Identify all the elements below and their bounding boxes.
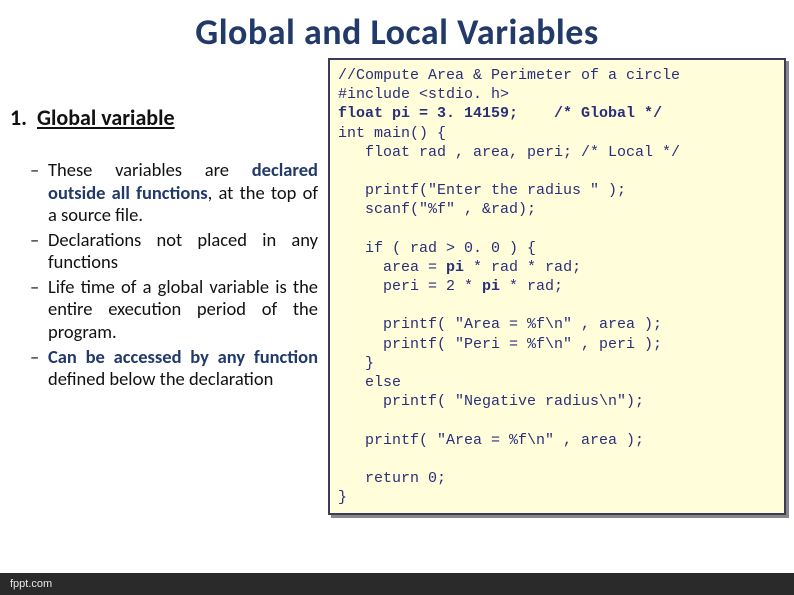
main-content: 1. Global variable These variables are d… — [0, 58, 794, 515]
code-line: else — [338, 374, 401, 391]
list-item: These variables are declared outside all… — [48, 159, 318, 227]
bullet-text: Life time of a global variable is the en… — [48, 275, 318, 343]
list-item: Life time of a global variable is the en… — [48, 276, 318, 344]
code-line: peri = 2 * — [338, 278, 482, 295]
code-line: scanf("%f" , &rad); — [338, 201, 536, 218]
code-line: #include <stdio. h> — [338, 86, 509, 103]
code-line: } — [338, 489, 347, 506]
left-column: 1. Global variable These variables are d… — [10, 58, 322, 515]
code-line: } — [338, 355, 374, 372]
bullet-list: These variables are declared outside all… — [10, 159, 322, 391]
code-line: float rad , area, peri; /* Local */ — [338, 144, 680, 161]
code-line: * rad; — [500, 278, 563, 295]
heading-number: 1. — [10, 104, 32, 131]
code-line: if ( rad > 0. 0 ) { — [338, 240, 536, 257]
footer-credit: fppt.com — [0, 573, 794, 595]
code-line: printf("Enter the radius " ); — [338, 182, 626, 199]
list-item: Declarations not placed in any functions — [48, 229, 318, 274]
code-line: printf( "Area = %f\n" , area ); — [338, 316, 662, 333]
bullet-text: These variables are — [48, 158, 252, 181]
list-item: Can be accessed by any function defined … — [48, 346, 318, 391]
code-global-comment: /* Global */ — [554, 105, 662, 122]
code-pi: pi — [482, 278, 500, 295]
code-line: area = — [338, 259, 446, 276]
code-line: * rad * rad; — [464, 259, 581, 276]
code-pi: pi — [446, 259, 464, 276]
code-line: printf( "Peri = %f\n" , peri ); — [338, 336, 662, 353]
code-line: printf( "Area = %f\n" , area ); — [338, 432, 644, 449]
code-box: //Compute Area & Perimeter of a circle #… — [328, 58, 786, 515]
heading-text: Global variable — [37, 104, 175, 131]
right-column: //Compute Area & Perimeter of a circle #… — [328, 58, 786, 515]
bullet-text: Declarations not placed in any functions — [48, 228, 318, 274]
code-line: return 0; — [338, 470, 446, 487]
code-global-decl: float pi = 3. 14159; — [338, 105, 518, 122]
section-heading: 1. Global variable — [10, 104, 322, 131]
slide: Global and Local Variables 1. Global var… — [0, 0, 794, 595]
bullet-text: defined below the declaration — [48, 367, 273, 390]
bullet-bold: Can be accessed by any function — [48, 345, 318, 368]
slide-title: Global and Local Variables — [0, 0, 794, 58]
code-line: printf( "Negative radius\n"); — [338, 393, 644, 410]
code-line: //Compute Area & Perimeter of a circle — [338, 67, 680, 84]
code-line: int main() { — [338, 125, 446, 142]
